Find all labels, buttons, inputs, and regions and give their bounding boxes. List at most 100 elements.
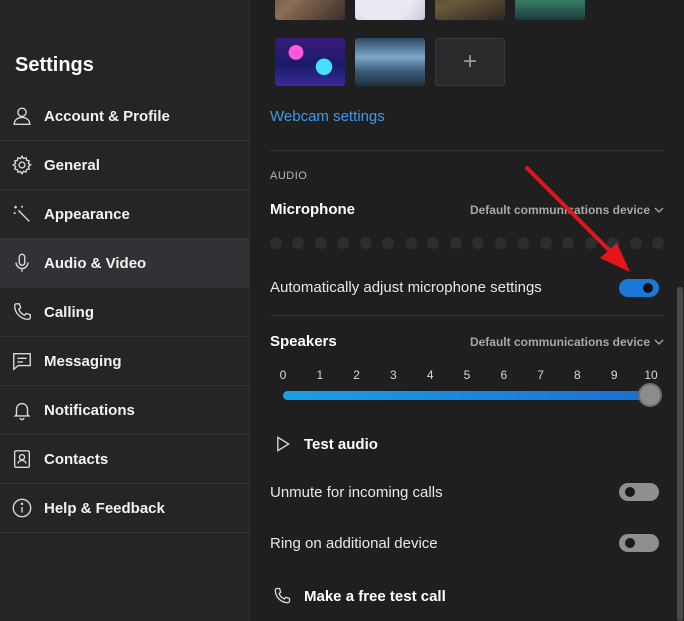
mic-level-dot <box>382 237 395 249</box>
scrollbar-thumb[interactable] <box>677 287 683 621</box>
microphone-device-dropdown[interactable]: Default communications device <box>470 203 664 217</box>
volume-tick-label: 8 <box>574 368 581 382</box>
phone-icon <box>10 300 34 324</box>
sidebar-item-notifications[interactable]: Notifications <box>0 386 249 435</box>
play-icon <box>270 432 294 456</box>
free-test-call-label: Make a free test call <box>304 587 446 605</box>
mic-level-dot <box>292 237 305 249</box>
ring-additional-device-label: Ring on additional device <box>270 535 438 552</box>
sidebar-item-label: General <box>44 156 100 174</box>
mic-level-dot <box>584 237 597 249</box>
mic-level-dot <box>427 237 440 249</box>
mic-level-dot <box>337 237 350 249</box>
scrollbar[interactable] <box>675 0 684 621</box>
speakers-device-dropdown[interactable]: Default communications device <box>470 335 664 349</box>
volume-tick-label: 5 <box>463 368 471 382</box>
speaker-volume-slider-track[interactable] <box>283 391 653 400</box>
volume-tick-label: 9 <box>610 368 618 382</box>
background-thumbnail[interactable] <box>515 0 585 20</box>
phone-icon <box>270 584 294 608</box>
sidebar-item-appearance[interactable]: Appearance <box>0 190 249 239</box>
mic-level-dot <box>562 237 575 249</box>
settings-sidebar: Settings Account & Profile General Appea… <box>0 0 250 621</box>
sidebar-item-label: Contacts <box>44 450 109 468</box>
sidebar-item-label: Audio & Video <box>44 254 147 272</box>
sidebar-item-account-profile[interactable]: Account & Profile <box>0 92 249 141</box>
mic-level-dot <box>607 237 620 249</box>
microphone-icon <box>10 251 34 275</box>
background-thumbnail[interactable] <box>355 38 425 86</box>
sidebar-item-contacts[interactable]: Contacts <box>0 435 249 484</box>
webcam-settings-link[interactable]: Webcam settings <box>270 108 385 125</box>
toggle-knob <box>625 487 635 497</box>
section-divider <box>270 150 664 151</box>
toggle-knob <box>625 538 635 548</box>
test-audio-button[interactable]: Test audio <box>270 432 378 456</box>
bell-icon <box>10 398 34 422</box>
gear-icon <box>10 153 34 177</box>
sidebar-item-label: Account & Profile <box>44 107 170 125</box>
chevron-down-icon <box>654 205 664 215</box>
person-icon <box>10 104 34 128</box>
mic-level-dot <box>314 237 327 249</box>
mic-level-dot <box>270 237 282 249</box>
auto-adjust-mic-label: Automatically adjust microphone settings <box>270 279 542 296</box>
volume-tick-label: 3 <box>390 368 397 382</box>
background-thumbnail[interactable] <box>355 0 425 20</box>
free-test-call-button[interactable]: Make a free test call <box>270 584 446 608</box>
background-thumbnail[interactable] <box>275 0 345 20</box>
sidebar-item-calling[interactable]: Calling <box>0 288 249 337</box>
magic-wand-icon <box>10 202 34 226</box>
mic-level-dot <box>539 237 552 249</box>
volume-tick-label: 7 <box>537 368 544 382</box>
background-thumbnail[interactable] <box>435 0 505 20</box>
chevron-down-icon <box>654 337 664 347</box>
sidebar-item-label: Messaging <box>44 352 122 370</box>
ring-additional-device-toggle[interactable] <box>619 534 659 552</box>
audio-video-settings-panel: + Webcam settings AUDIO Microphone Defau… <box>250 0 675 621</box>
sidebar-item-general[interactable]: General <box>0 141 249 190</box>
toggle-knob <box>643 283 653 293</box>
sidebar-item-help-feedback[interactable]: Help & Feedback <box>0 484 249 533</box>
volume-tick-label: 1 <box>316 368 324 382</box>
mic-level-dot <box>517 237 530 249</box>
auto-adjust-mic-toggle[interactable] <box>619 279 659 297</box>
mic-level-dot <box>652 237 664 249</box>
mic-level-dot <box>472 237 485 249</box>
background-thumbnail[interactable] <box>275 38 345 86</box>
section-divider <box>270 315 664 316</box>
sidebar-item-label: Notifications <box>44 401 135 419</box>
sidebar-nav: Account & Profile General Appearance Aud… <box>0 92 249 533</box>
sidebar-item-messaging[interactable]: Messaging <box>0 337 249 386</box>
mic-level-dot <box>449 237 462 249</box>
sidebar-item-audio-video[interactable]: Audio & Video <box>0 239 249 288</box>
volume-tick-label: 2 <box>353 368 360 382</box>
volume-tick-label: 4 <box>426 368 434 382</box>
volume-scale: 0 1 2 3 4 5 6 7 8 9 10 <box>270 368 664 382</box>
mic-level-dot <box>629 237 642 249</box>
add-background-button[interactable]: + <box>435 38 505 86</box>
speakers-device-value: Default communications device <box>469 335 650 349</box>
sidebar-item-label: Help & Feedback <box>44 499 165 517</box>
unmute-incoming-label: Unmute for incoming calls <box>270 484 443 501</box>
chat-icon <box>10 349 34 373</box>
audio-section-label: AUDIO <box>270 170 308 182</box>
speakers-title: Speakers <box>270 333 337 350</box>
info-icon <box>10 496 34 520</box>
mic-level-dot <box>404 237 417 249</box>
settings-window: Settings Account & Profile General Appea… <box>0 0 684 621</box>
microphone-title: Microphone <box>270 201 355 218</box>
microphone-level-meter <box>270 237 664 251</box>
contact-card-icon <box>10 447 34 471</box>
speaker-volume-slider-handle[interactable] <box>638 383 662 407</box>
volume-tick-label: 0 <box>279 368 287 382</box>
sidebar-item-label: Appearance <box>44 205 130 223</box>
volume-tick-label: 10 <box>644 368 658 382</box>
test-audio-label: Test audio <box>304 435 378 453</box>
volume-tick-label: 6 <box>500 368 508 382</box>
unmute-incoming-toggle[interactable] <box>619 483 659 501</box>
mic-level-dot <box>359 237 372 249</box>
microphone-device-value: Default communications device <box>469 203 650 217</box>
sidebar-title: Settings <box>15 54 94 76</box>
mic-level-dot <box>494 237 507 249</box>
